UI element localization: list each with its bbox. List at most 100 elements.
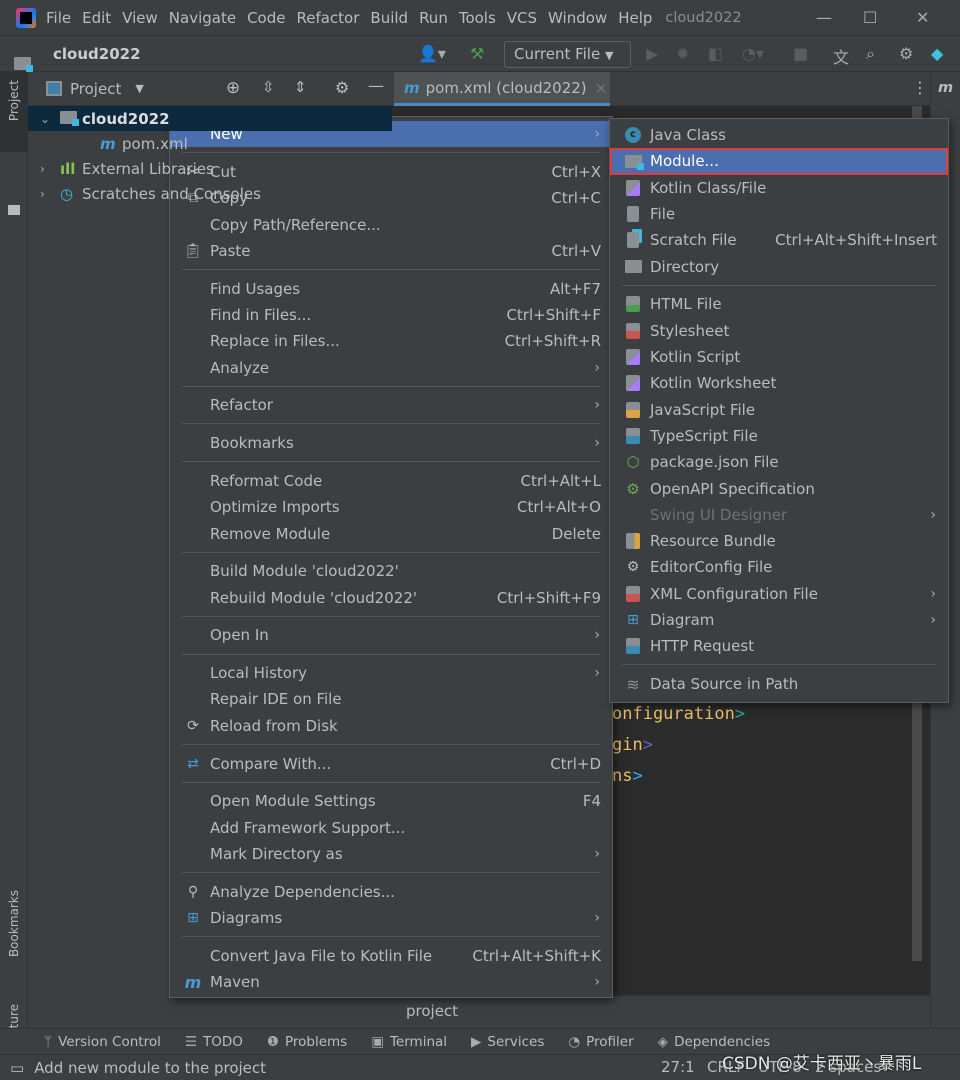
tool-services[interactable]: ▶ Services xyxy=(471,1034,544,1050)
tree-item[interactable]: ⌄ cloud2022 xyxy=(28,106,392,131)
menu-item-openapi-specification[interactable]: ⚙ OpenAPI Specification xyxy=(610,475,948,501)
menu-file[interactable]: File xyxy=(46,9,71,27)
chevron-down-icon[interactable]: ⌄ xyxy=(40,112,50,126)
tool-problems[interactable]: ❶ Problems xyxy=(267,1034,347,1050)
menu-item-analyze[interactable]: Analyze › xyxy=(170,354,612,380)
gear-icon[interactable]: ⚙ xyxy=(899,44,913,63)
menu-item-open-in[interactable]: Open In › xyxy=(170,622,612,648)
menu-item-swing-ui-designer[interactable]: Swing UI Designer › xyxy=(610,502,948,528)
project-breadcrumb[interactable]: cloud2022 xyxy=(53,45,141,63)
menu-refactor[interactable]: Refactor xyxy=(296,9,359,27)
menu-item-javascript-file[interactable]: JavaScript File xyxy=(610,396,948,422)
menu-code[interactable]: Code xyxy=(247,9,285,27)
expand-all-icon[interactable]: ⇳ xyxy=(262,78,275,96)
breadcrumb-item[interactable]: project xyxy=(406,1002,458,1020)
debug-icon[interactable]: ✹ xyxy=(676,44,689,63)
menu-item-kotlin-worksheet[interactable]: Kotlin Worksheet xyxy=(610,370,948,396)
menu-item-package-json-file[interactable]: ⬡ package.json File xyxy=(610,449,948,475)
project-tool-button[interactable]: Project xyxy=(7,80,21,121)
code-with-me-icon[interactable]: ◆ xyxy=(931,44,943,63)
menu-item-resource-bundle[interactable]: Resource Bundle xyxy=(610,528,948,554)
menu-item-remove-module[interactable]: Remove Module Delete xyxy=(170,520,612,546)
menu-item-directory[interactable]: Directory xyxy=(610,253,948,279)
tree-item[interactable]: › ıll External Libraries xyxy=(28,156,392,181)
menu-item-scratch-file[interactable]: Scratch File Ctrl+Alt+Shift+Insert xyxy=(610,227,948,253)
menu-item-copy-path-reference[interactable]: Copy Path/Reference... xyxy=(170,211,612,237)
locate-icon[interactable]: ⊕ xyxy=(226,78,240,98)
menu-item-http-request[interactable]: HTTP Request xyxy=(610,633,948,659)
build-hammer-icon[interactable]: ⚒ xyxy=(470,44,484,63)
tree-item[interactable]: m pom.xml xyxy=(28,131,392,156)
menu-vcs[interactable]: VCS xyxy=(507,9,537,27)
menu-edit[interactable]: Edit xyxy=(82,9,111,27)
menu-item-rebuild-module-cloud2022[interactable]: Rebuild Module 'cloud2022' Ctrl+Shift+F9 xyxy=(170,584,612,610)
maven-tool-button[interactable]: m xyxy=(938,80,953,96)
search-icon[interactable]: ⌕ xyxy=(866,44,875,64)
menu-item-java-class[interactable]: c Java Class xyxy=(610,122,948,148)
coverage-icon[interactable]: ◧ xyxy=(708,44,723,63)
menu-item-editorconfig-file[interactable]: ⚙ EditorConfig File xyxy=(610,554,948,580)
menu-item-replace-in-files[interactable]: Replace in Files... Ctrl+Shift+R xyxy=(170,328,612,354)
more-options-icon[interactable]: ⋮ xyxy=(912,78,928,97)
menu-item-optimize-imports[interactable]: Optimize Imports Ctrl+Alt+O xyxy=(170,494,612,520)
chevron-right-icon[interactable]: › xyxy=(40,187,45,201)
menu-view[interactable]: View xyxy=(122,9,158,27)
tool-version-control[interactable]: ᛘ Version Control xyxy=(44,1034,161,1050)
bookmarks-tool-button[interactable]: Bookmarks xyxy=(7,890,21,957)
menu-item-add-framework-support[interactable]: Add Framework Support... xyxy=(170,815,612,841)
run-configuration-select[interactable]: Current File ▼ xyxy=(504,41,631,68)
menu-window[interactable]: Window xyxy=(548,9,607,27)
tool-todo[interactable]: ☰ TODO xyxy=(185,1034,243,1050)
menu-item-refactor[interactable]: Refactor › xyxy=(170,392,612,418)
menu-help[interactable]: Help xyxy=(618,9,652,27)
menu-item-compare-with[interactable]: ⇄ Compare With... Ctrl+D xyxy=(170,750,612,776)
minimize-icon[interactable]: — xyxy=(816,8,832,27)
menu-item-stylesheet[interactable]: Stylesheet xyxy=(610,318,948,344)
menu-item-reload-from-disk[interactable]: ⟳ Reload from Disk xyxy=(170,713,612,739)
menu-build[interactable]: Build xyxy=(370,9,408,27)
menu-item-local-history[interactable]: Local History › xyxy=(170,660,612,686)
profile-icon[interactable]: ◔▾ xyxy=(742,44,764,63)
chevron-down-icon[interactable]: ▼ xyxy=(135,82,143,95)
menu-item-analyze-dependencies[interactable]: ⚲ Analyze Dependencies... xyxy=(170,879,612,905)
gear-icon[interactable]: ⚙ xyxy=(335,78,349,97)
user-icon[interactable]: 👤▾ xyxy=(418,44,446,63)
stop-icon[interactable]: ■ xyxy=(793,44,808,63)
caret-position[interactable]: 27:1 xyxy=(661,1058,695,1076)
tool-profiler[interactable]: ◔ Profiler xyxy=(568,1034,633,1050)
toggle-tool-windows-icon[interactable]: ▭ xyxy=(10,1059,24,1077)
tab-pom-xml[interactable]: m pom.xml (cloud2022) × xyxy=(394,72,610,106)
menu-item-open-module-settings[interactable]: Open Module Settings F4 xyxy=(170,788,612,814)
menu-item-xml-configuration-file[interactable]: XML Configuration File › xyxy=(610,581,948,607)
menu-item-paste[interactable]: 📋︎ Paste Ctrl+V xyxy=(170,238,612,264)
tree-item[interactable]: › ◷ Scratches and Consoles xyxy=(28,181,392,206)
menu-item-kotlin-script[interactable]: Kotlin Script xyxy=(610,344,948,370)
menu-item-repair-ide-on-file[interactable]: Repair IDE on File xyxy=(170,686,612,712)
menu-item-maven[interactable]: m Maven › xyxy=(170,969,612,995)
hide-icon[interactable]: — xyxy=(368,76,384,95)
menu-navigate[interactable]: Navigate xyxy=(169,9,236,27)
menu-item-kotlin-class-file[interactable]: Kotlin Class/File xyxy=(610,175,948,201)
menu-item-html-file[interactable]: HTML File xyxy=(610,291,948,317)
menu-item-diagram[interactable]: ⊞ Diagram › xyxy=(610,607,948,633)
close-icon[interactable]: ✕ xyxy=(916,8,929,27)
menu-item-typescript-file[interactable]: TypeScript File xyxy=(610,423,948,449)
project-view-select[interactable]: Project xyxy=(70,80,121,98)
run-icon[interactable]: ▶ xyxy=(646,44,658,63)
menu-item-build-module-cloud2022[interactable]: Build Module 'cloud2022' xyxy=(170,558,612,584)
menu-item-bookmarks[interactable]: Bookmarks › xyxy=(170,430,612,456)
menu-item-convert-java-file-to-kotlin-file[interactable]: Convert Java File to Kotlin File Ctrl+Alt… xyxy=(170,943,612,969)
menu-item-data-source-in-path[interactable]: ≋ Data Source in Path xyxy=(610,671,948,697)
translate-icon[interactable]: 文 xyxy=(833,44,849,68)
chevron-right-icon[interactable]: › xyxy=(40,162,45,176)
menu-item-diagrams[interactable]: ⊞ Diagrams › xyxy=(170,905,612,931)
menu-item-file[interactable]: File xyxy=(610,201,948,227)
menu-item-mark-directory-as[interactable]: Mark Directory as › xyxy=(170,841,612,867)
menu-tools[interactable]: Tools xyxy=(459,9,496,27)
menu-item-find-usages[interactable]: Find Usages Alt+F7 xyxy=(170,275,612,301)
menu-item-find-in-files[interactable]: Find in Files... Ctrl+Shift+F xyxy=(170,302,612,328)
maximize-icon[interactable]: ☐ xyxy=(863,8,877,27)
close-tab-icon[interactable]: × xyxy=(595,79,608,97)
menu-item-module[interactable]: Module... xyxy=(610,148,948,175)
menu-item-reformat-code[interactable]: Reformat Code Ctrl+Alt+L xyxy=(170,468,612,494)
